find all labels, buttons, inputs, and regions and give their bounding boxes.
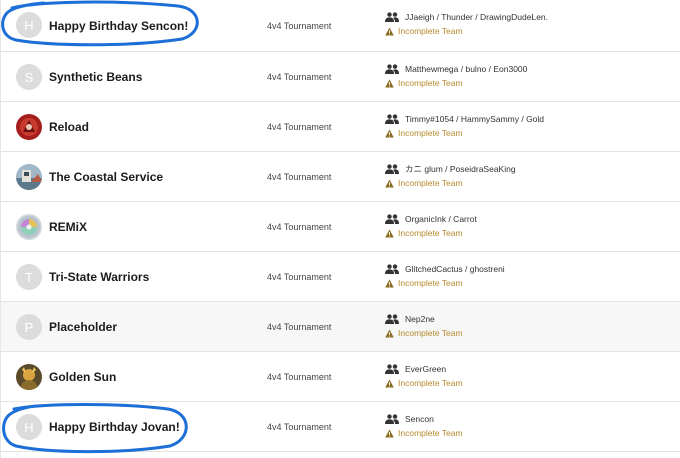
warning-icon [385, 78, 394, 88]
status-text: Incomplete Team [398, 378, 463, 388]
team-members: Matthewmega / bulno / Eon3000 [385, 63, 527, 75]
team-members: Nep2ne [385, 313, 435, 325]
team-avatar: S [16, 64, 42, 90]
warning-icon [385, 26, 394, 36]
team-status: Incomplete Team [385, 427, 463, 439]
team-name[interactable]: Placeholder [49, 302, 117, 351]
status-text: Incomplete Team [398, 128, 463, 138]
warning-icon [385, 428, 394, 438]
status-text: Incomplete Team [398, 228, 463, 238]
warning-icon [385, 378, 394, 388]
tournament-format: 4v4 Tournament [267, 371, 332, 382]
warning-icon [385, 278, 394, 288]
status-text: Incomplete Team [398, 78, 463, 88]
team-members: EverGreen [385, 363, 446, 375]
tournament-format: 4v4 Tournament [267, 20, 332, 31]
member-names: EverGreen [405, 364, 447, 374]
tournament-format: 4v4 Tournament [267, 271, 332, 282]
status-text: Incomplete Team [398, 178, 463, 188]
team-status: Incomplete Team [385, 277, 463, 289]
member-names: Timmy#1054 / HammySammy / Gold [405, 114, 545, 124]
disc-icon [16, 214, 42, 240]
member-names: カニ glum / PoseidraSeaKing [405, 164, 516, 174]
member-names: Sencon [405, 414, 434, 424]
warning-icon [385, 228, 394, 238]
team-status: Incomplete Team [385, 127, 463, 139]
member-names: Matthewmega / bulno / Eon3000 [405, 64, 528, 74]
team-status: Incomplete Team [385, 227, 463, 239]
team-name[interactable]: REMiX [49, 202, 87, 251]
people-icon [385, 314, 399, 324]
coastal-scene-icon [16, 164, 42, 190]
team-members: カニ glum / PoseidraSeaKing [385, 163, 516, 175]
team-name[interactable]: The Coastal Service [49, 152, 163, 201]
team-row[interactable]: S Synthetic Beans 4v4 Tournament Matthew… [1, 52, 680, 102]
status-text: Incomplete Team [398, 26, 463, 36]
people-icon [385, 414, 399, 424]
warning-icon [385, 128, 394, 138]
team-row[interactable]: P Placeholder 4v4 Tournament Nep2ne Inco… [1, 302, 680, 352]
red-emblem-icon [16, 114, 42, 140]
team-avatar: P [16, 314, 42, 340]
team-members: GlitchedCactus / ghostreni [385, 263, 505, 275]
team-avatar: H [16, 12, 42, 38]
team-name[interactable]: Golden Sun [49, 352, 116, 401]
team-members: JJaeigh / Thunder / DrawingDudeLen. [385, 11, 548, 23]
team-status: Incomplete Team [385, 77, 463, 89]
team-members: OrganicInk / Carrot [385, 213, 477, 225]
member-names: GlitchedCactus / ghostreni [405, 264, 505, 274]
team-row[interactable]: Reload 4v4 Tournament Timmy#1054 / Hammy… [1, 102, 680, 152]
tournament-format: 4v4 Tournament [267, 321, 332, 332]
tournament-format: 4v4 Tournament [267, 71, 332, 82]
people-icon [385, 12, 399, 22]
member-names: OrganicInk / Carrot [405, 214, 477, 224]
team-status: Incomplete Team [385, 25, 463, 37]
people-icon [385, 364, 399, 374]
team-row[interactable]: H Happy Birthday Sencon! 4v4 Tournament … [1, 0, 680, 52]
team-avatar: T [16, 264, 42, 290]
team-members: Timmy#1054 / HammySammy / Gold [385, 113, 544, 125]
team-row[interactable]: Golden Sun 4v4 Tournament EverGreen Inco… [1, 352, 680, 402]
golden-character-icon [16, 364, 42, 390]
member-names: Nep2ne [405, 314, 435, 324]
people-icon [385, 214, 399, 224]
team-members: Sencon [385, 413, 434, 425]
team-row[interactable]: The Coastal Service 4v4 Tournament カニ gl… [1, 152, 680, 202]
tournament-format: 4v4 Tournament [267, 221, 332, 232]
tournament-format: 4v4 Tournament [267, 171, 332, 182]
tournament-format: 4v4 Tournament [267, 421, 332, 432]
team-row[interactable]: T Tri-State Warriors 4v4 Tournament Glit… [1, 252, 680, 302]
team-avatar: H [16, 414, 42, 440]
team-row[interactable]: REMiX 4v4 Tournament OrganicInk / Carrot… [1, 202, 680, 252]
team-status: Incomplete Team [385, 377, 463, 389]
team-status: Incomplete Team [385, 177, 463, 189]
team-row[interactable]: H Happy Birthday Jovan! 4v4 Tournament S… [1, 402, 680, 452]
team-name[interactable]: Tri-State Warriors [49, 252, 149, 301]
people-icon [385, 114, 399, 124]
tournament-format: 4v4 Tournament [267, 121, 332, 132]
warning-icon [385, 328, 394, 338]
people-icon [385, 164, 399, 174]
warning-icon [385, 178, 394, 188]
people-icon [385, 264, 399, 274]
team-name[interactable]: Happy Birthday Jovan! [49, 402, 180, 451]
team-name[interactable]: Synthetic Beans [49, 52, 142, 101]
team-status: Incomplete Team [385, 327, 463, 339]
team-name[interactable]: Reload [49, 102, 89, 151]
status-text: Incomplete Team [398, 428, 463, 438]
people-icon [385, 64, 399, 74]
member-names: JJaeigh / Thunder / DrawingDudeLen. [405, 12, 549, 22]
team-name[interactable]: Happy Birthday Sencon! [49, 0, 188, 51]
status-text: Incomplete Team [398, 278, 463, 288]
team-list: H Happy Birthday Sencon! 4v4 Tournament … [0, 0, 680, 458]
status-text: Incomplete Team [398, 328, 463, 338]
